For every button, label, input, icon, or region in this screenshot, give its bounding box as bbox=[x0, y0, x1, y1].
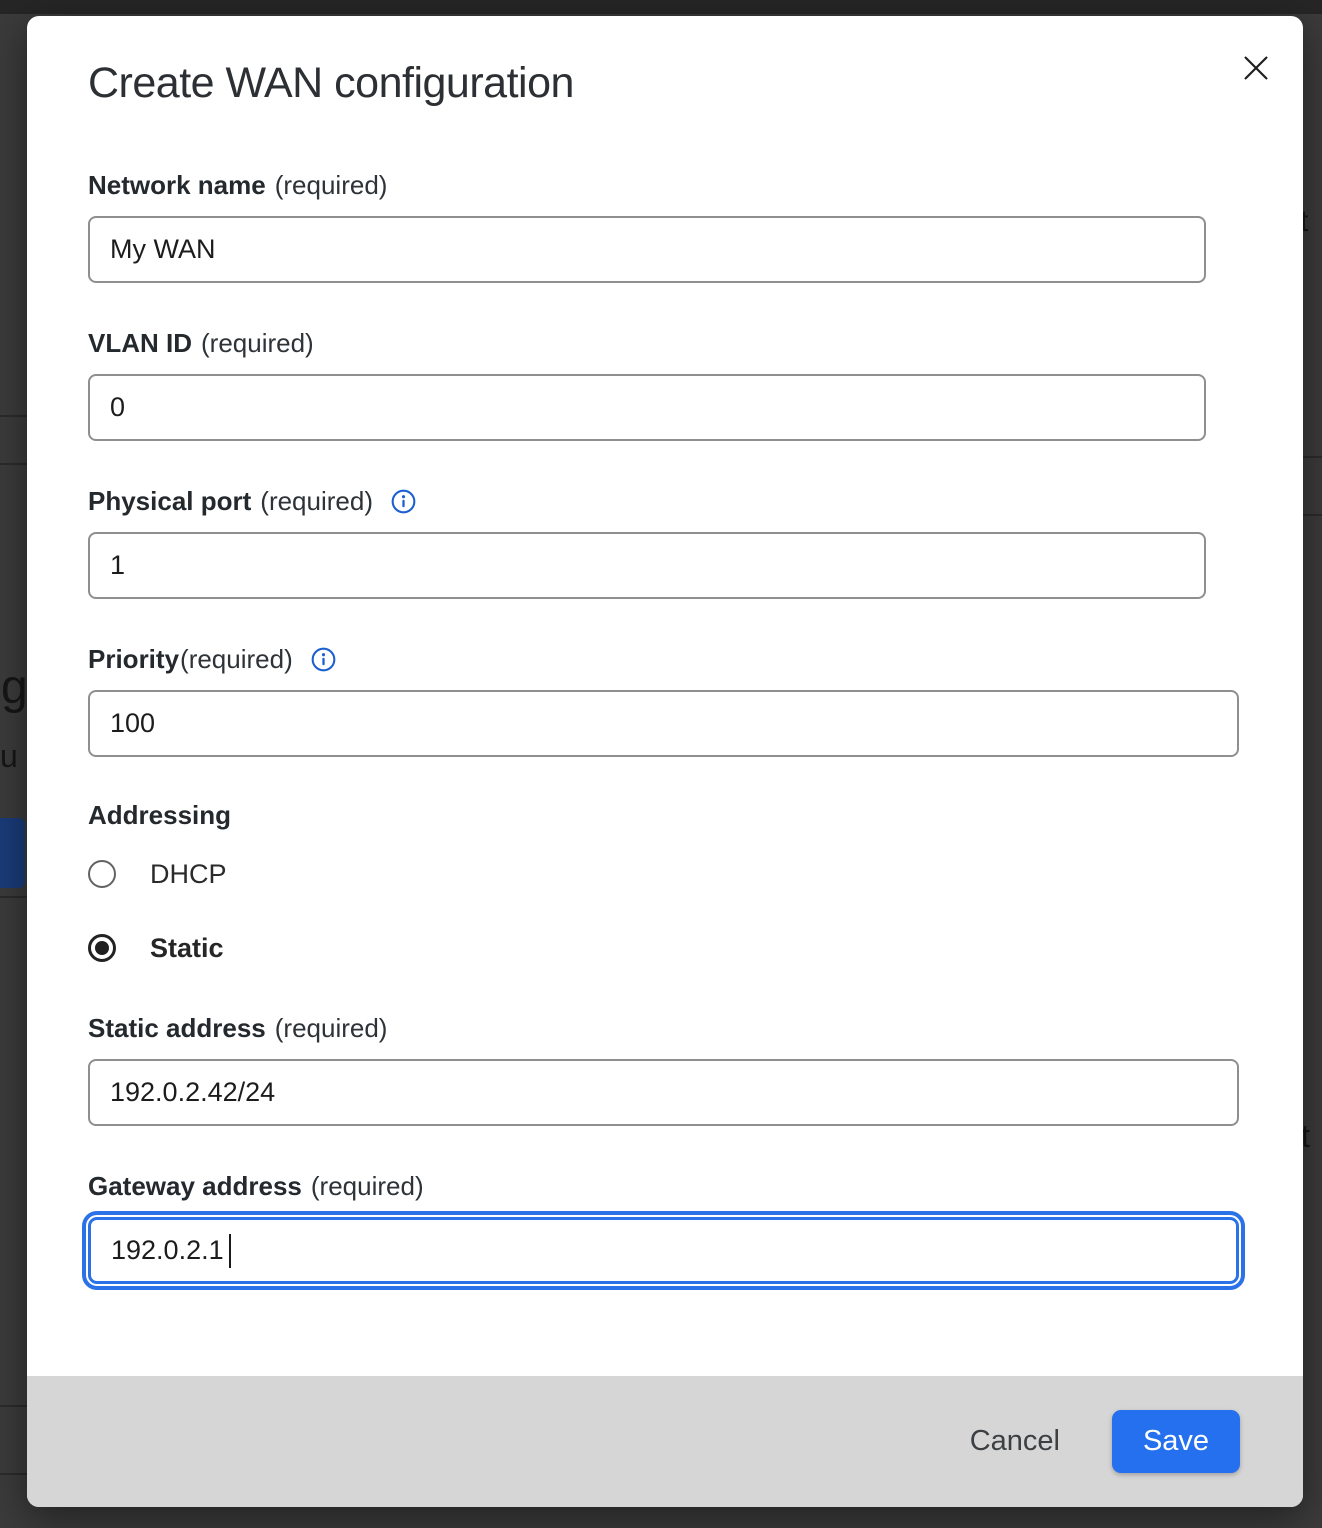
required-hint: (required) bbox=[180, 644, 293, 675]
field-vlan-id: VLAN ID (required) bbox=[88, 328, 1303, 441]
network-name-input[interactable] bbox=[88, 216, 1206, 283]
radio-label: Static bbox=[150, 933, 224, 964]
physical-port-input[interactable] bbox=[88, 532, 1206, 599]
priority-input[interactable] bbox=[88, 690, 1239, 757]
background-divider bbox=[0, 1405, 27, 1407]
vlan-id-label: VLAN ID bbox=[88, 328, 192, 359]
field-physical-port: Physical port (required) bbox=[88, 486, 1303, 599]
required-hint: (required) bbox=[275, 170, 388, 201]
radio-label: DHCP bbox=[150, 859, 227, 890]
background-divider bbox=[0, 1473, 27, 1475]
priority-label: Priority bbox=[88, 644, 179, 675]
background-text-fragment: t l bbox=[1300, 205, 1322, 239]
background-divider bbox=[0, 463, 27, 465]
info-icon[interactable] bbox=[311, 647, 336, 672]
dialog-footer: Cancel Save bbox=[27, 1376, 1303, 1507]
required-hint: (required) bbox=[311, 1171, 424, 1202]
background-divider bbox=[0, 896, 27, 898]
static-address-input[interactable] bbox=[88, 1059, 1239, 1126]
radio-selected-icon bbox=[88, 934, 116, 962]
background-text-fragment: g bbox=[1, 660, 26, 715]
save-button[interactable]: Save bbox=[1112, 1410, 1240, 1473]
background-divider bbox=[0, 415, 27, 417]
addressing-heading: Addressing bbox=[88, 800, 1303, 830]
vlan-id-input[interactable] bbox=[88, 374, 1206, 441]
close-icon[interactable] bbox=[1241, 53, 1271, 83]
x-close-icon bbox=[1242, 54, 1270, 82]
addressing-option-static[interactable]: Static bbox=[88, 933, 1303, 963]
gateway-address-input[interactable] bbox=[88, 1217, 1239, 1284]
field-static-address: Static address (required) bbox=[88, 1013, 1303, 1126]
text-cursor bbox=[229, 1234, 231, 1268]
physical-port-label: Physical port bbox=[88, 486, 251, 517]
static-address-label: Static address bbox=[88, 1013, 266, 1044]
info-icon[interactable] bbox=[391, 489, 416, 514]
background-divider bbox=[1303, 514, 1322, 516]
field-gateway-address: Gateway address (required) bbox=[88, 1171, 1303, 1284]
cancel-button[interactable]: Cancel bbox=[966, 1417, 1064, 1466]
background-shade bbox=[0, 0, 1322, 14]
required-hint: (required) bbox=[275, 1013, 388, 1044]
background-text-fragment: u bbox=[0, 738, 23, 775]
dialog-title: Create WAN configuration bbox=[88, 58, 1303, 108]
background-divider bbox=[1303, 456, 1322, 458]
addressing-option-dhcp[interactable]: DHCP bbox=[88, 859, 1303, 889]
field-network-name: Network name (required) bbox=[88, 170, 1303, 283]
create-wan-configuration-dialog: Create WAN configuration Network name (r… bbox=[27, 16, 1303, 1507]
required-hint: (required) bbox=[201, 328, 314, 359]
background-text-fragment: t bbox=[1301, 1118, 1322, 1155]
field-priority: Priority (required) bbox=[88, 644, 1303, 757]
required-hint: (required) bbox=[260, 486, 373, 517]
radio-unselected-icon bbox=[88, 860, 116, 888]
background-button-fragment bbox=[0, 818, 25, 888]
network-name-label: Network name bbox=[88, 170, 266, 201]
gateway-address-label: Gateway address bbox=[88, 1171, 302, 1202]
